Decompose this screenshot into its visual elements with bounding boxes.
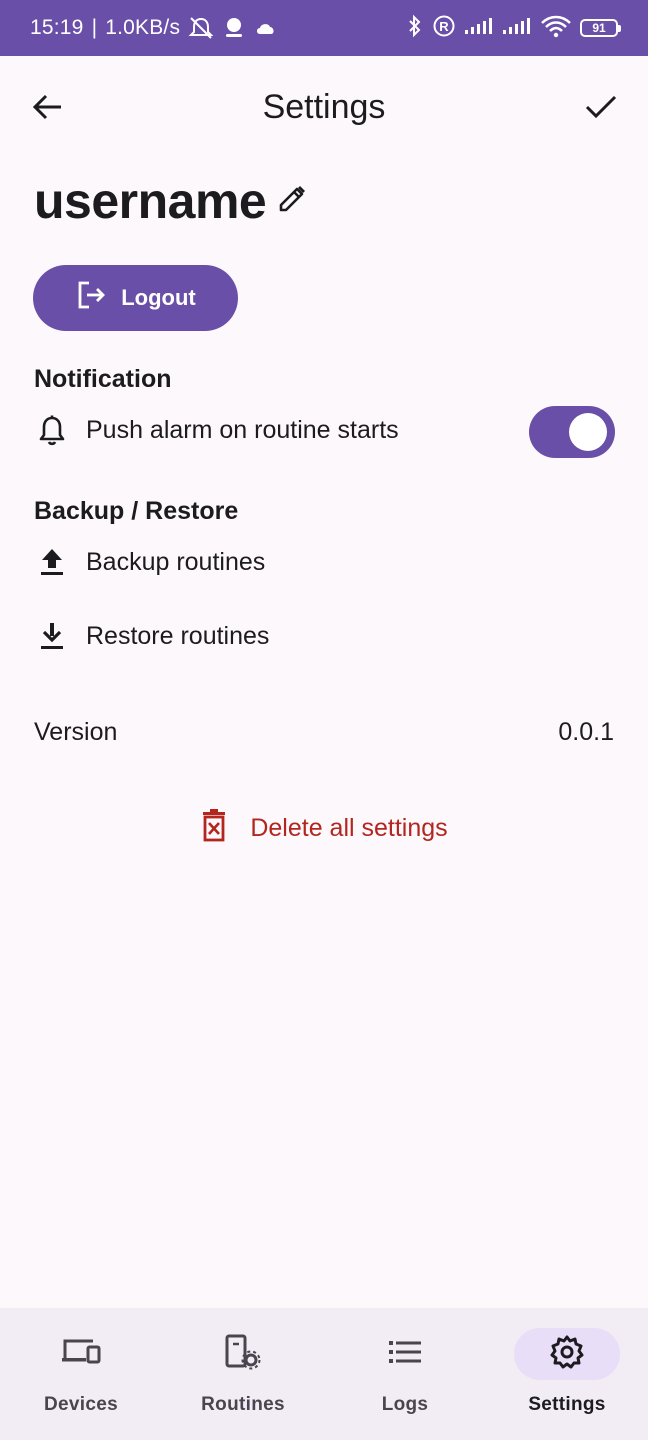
restore-routines-label: Restore routines bbox=[86, 621, 270, 650]
battery-level: 91 bbox=[592, 21, 606, 35]
nav-icon-container bbox=[28, 1328, 134, 1380]
routines-icon bbox=[223, 1334, 263, 1375]
bell-icon bbox=[34, 414, 70, 446]
gear-icon bbox=[549, 1334, 585, 1375]
status-network-speed: 1.0KB/s bbox=[105, 16, 181, 39]
username-row: username bbox=[34, 172, 308, 230]
toggle-knob bbox=[569, 413, 607, 451]
download-icon bbox=[34, 620, 70, 652]
bottom-navigation: Devices Routines Logs Settings bbox=[0, 1308, 648, 1440]
nav-icon-container bbox=[352, 1328, 458, 1380]
check-icon bbox=[584, 94, 618, 125]
version-value: 0.0.1 bbox=[558, 718, 614, 746]
status-separator: | bbox=[91, 16, 98, 39]
status-left: 15:19 | 1.0KB/s bbox=[30, 16, 278, 40]
settings-screen: 15:19 | 1.0KB/s R 91 Settings username L… bbox=[0, 0, 648, 1440]
wifi-icon bbox=[540, 14, 572, 43]
status-right: R 91 bbox=[406, 14, 621, 43]
version-label: Version bbox=[34, 718, 118, 746]
nav-label-routines: Routines bbox=[201, 1394, 285, 1415]
nav-label-settings: Settings bbox=[528, 1394, 606, 1415]
version-row: Version 0.0.1 bbox=[34, 718, 614, 747]
backup-restore-section-title: Backup / Restore bbox=[34, 497, 239, 525]
page-title: Settings bbox=[262, 88, 386, 126]
upload-icon bbox=[34, 546, 70, 578]
bluetooth-icon bbox=[406, 14, 424, 43]
devices-icon bbox=[61, 1336, 101, 1373]
nav-icon-container bbox=[190, 1328, 296, 1380]
signal-icon-2 bbox=[502, 16, 532, 41]
cloud-icon bbox=[254, 18, 278, 38]
status-bar: 15:19 | 1.0KB/s R 91 bbox=[0, 0, 648, 56]
confirm-button[interactable] bbox=[578, 86, 624, 132]
logout-button[interactable]: Logout bbox=[33, 265, 238, 331]
status-time: 15:19 bbox=[30, 16, 84, 39]
logout-label: Logout bbox=[121, 285, 196, 310]
list-icon bbox=[388, 1339, 422, 1370]
push-alarm-row[interactable]: Push alarm on routine starts bbox=[34, 414, 399, 446]
backup-routines-label: Backup routines bbox=[86, 547, 266, 576]
nav-item-logs[interactable]: Logs bbox=[324, 1308, 486, 1440]
backup-routines-row[interactable]: Backup routines bbox=[34, 546, 265, 578]
logout-icon bbox=[75, 279, 107, 317]
nav-active-indicator bbox=[514, 1328, 620, 1380]
nav-item-settings[interactable]: Settings bbox=[486, 1308, 648, 1440]
trash-icon bbox=[200, 808, 228, 849]
nav-label-logs: Logs bbox=[381, 1394, 429, 1415]
pencil-icon bbox=[276, 183, 308, 220]
weather-icon bbox=[222, 16, 246, 40]
battery-icon: 91 bbox=[580, 19, 621, 37]
restore-routines-row[interactable]: Restore routines bbox=[34, 620, 269, 652]
nav-item-routines[interactable]: Routines bbox=[162, 1308, 324, 1440]
nav-label-devices: Devices bbox=[44, 1394, 118, 1415]
delete-all-settings-label: Delete all settings bbox=[250, 814, 448, 842]
registered-icon: R bbox=[432, 14, 456, 43]
push-alarm-toggle[interactable] bbox=[529, 406, 615, 458]
delete-all-settings-button[interactable]: Delete all settings bbox=[0, 808, 648, 849]
muted-alarm-icon bbox=[188, 16, 214, 40]
svg-text:R: R bbox=[439, 19, 449, 34]
edit-username-button[interactable] bbox=[276, 183, 308, 220]
push-alarm-label: Push alarm on routine starts bbox=[86, 415, 399, 444]
username: username bbox=[34, 173, 267, 229]
notification-section-title: Notification bbox=[34, 365, 172, 393]
nav-item-devices[interactable]: Devices bbox=[0, 1308, 162, 1440]
app-bar: Settings bbox=[0, 56, 648, 164]
signal-icon bbox=[464, 16, 494, 41]
